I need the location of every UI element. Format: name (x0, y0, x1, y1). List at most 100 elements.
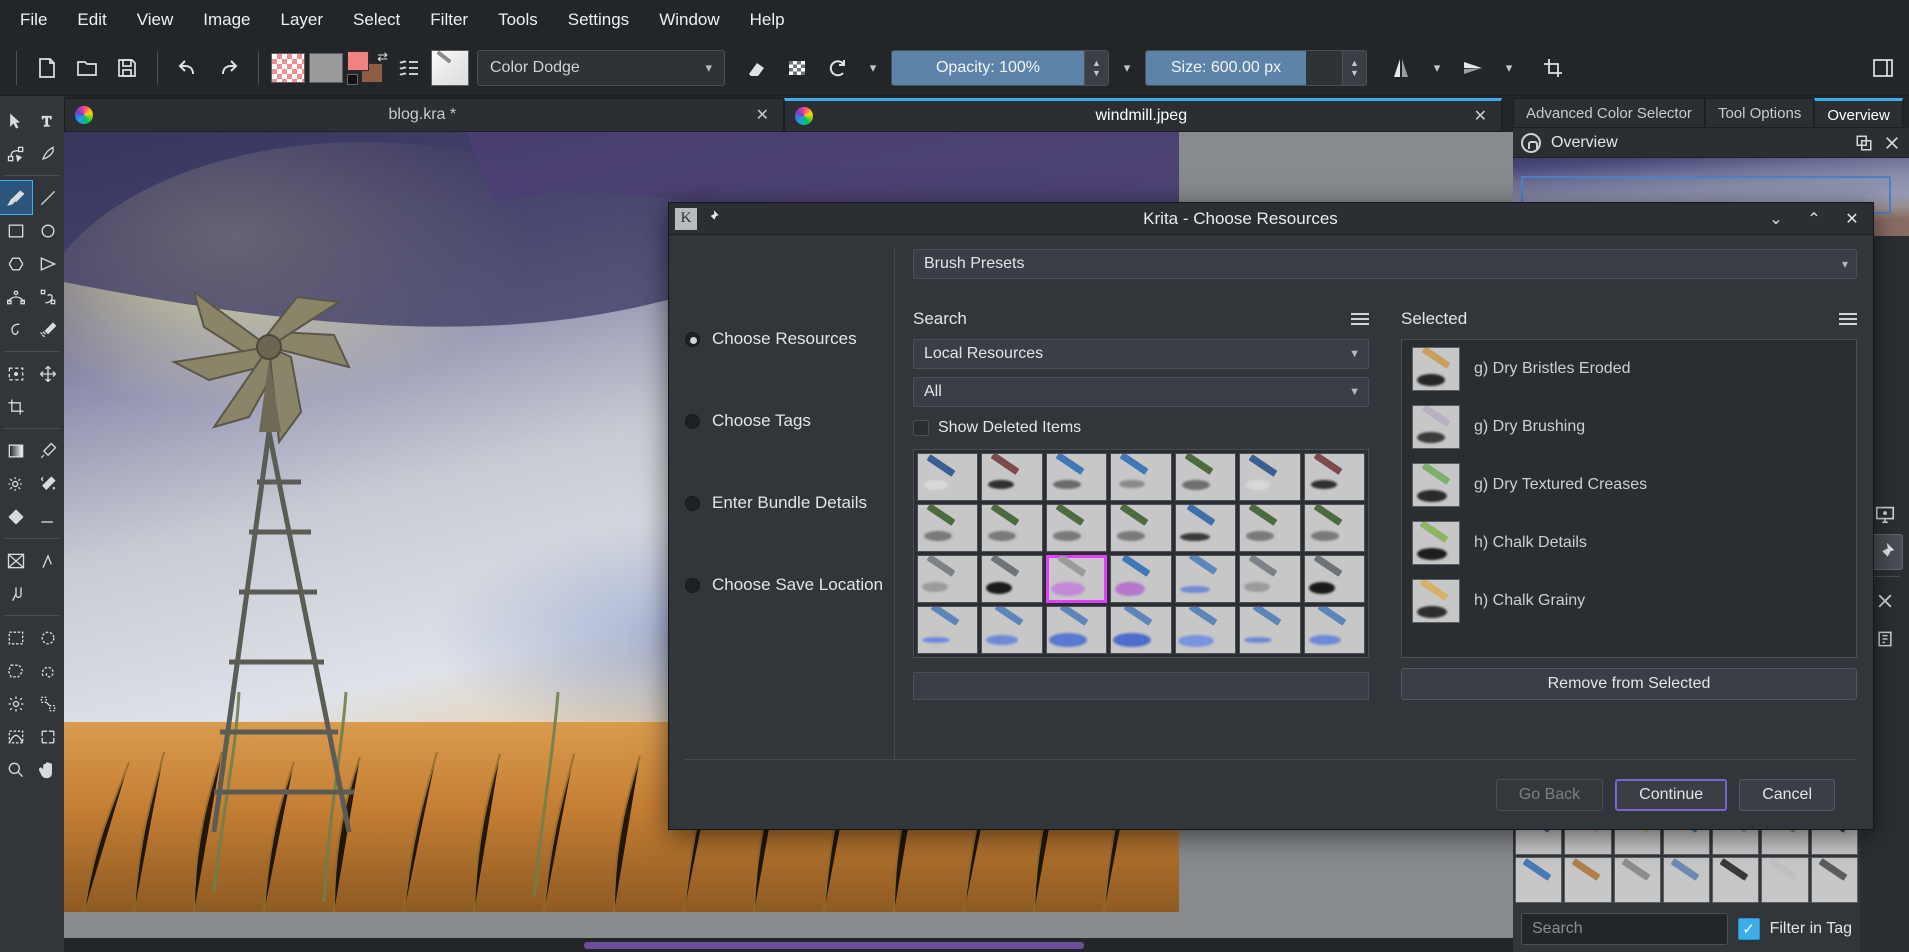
reference-images-tool[interactable] (32, 544, 64, 577)
gradient-swatch[interactable] (309, 52, 343, 83)
freehand-path-tool[interactable] (32, 280, 64, 313)
resource-cell[interactable] (1045, 606, 1108, 654)
menu-tools[interactable]: Tools (484, 4, 552, 36)
resource-cell[interactable] (1110, 555, 1172, 603)
wrap-around-icon[interactable] (1535, 50, 1571, 86)
horizontal-scrollbar[interactable] (64, 938, 1513, 952)
chevron-down-icon[interactable]: ▾ (1423, 60, 1451, 76)
brush-size-stepper[interactable]: ▲ ▼ (1342, 50, 1366, 85)
undo-icon[interactable] (170, 50, 206, 86)
menu-select[interactable]: Select (339, 4, 414, 36)
preset-search-input[interactable]: Search (1521, 912, 1728, 945)
resource-cell[interactable] (917, 606, 979, 654)
preset-cell[interactable] (1810, 857, 1858, 903)
bezier-curve-tool[interactable] (0, 280, 32, 313)
reload-preset-icon[interactable] (819, 50, 855, 86)
fill-bucket-tool[interactable] (0, 500, 32, 533)
color-picker-tool[interactable] (32, 434, 64, 467)
resource-cell[interactable] (1303, 504, 1365, 552)
workspace-icon[interactable] (1865, 50, 1901, 86)
float-docker-icon[interactable] (1855, 134, 1873, 152)
step-choose-save-location[interactable]: Choose Save Location (685, 575, 894, 595)
preset-cell[interactable] (1761, 857, 1809, 903)
reset-colors-icon[interactable] (347, 73, 358, 85)
rect-select-tool[interactable] (0, 621, 32, 654)
menu-image[interactable]: Image (189, 4, 264, 36)
resource-cell[interactable] (1110, 606, 1172, 654)
go-back-button[interactable]: Go Back (1495, 778, 1604, 811)
close-button[interactable]: ✕ (1837, 206, 1867, 232)
tab-advanced-color-selector[interactable]: Advanced Color Selector (1513, 98, 1705, 128)
calligraphy-tool[interactable] (32, 137, 64, 170)
resource-cell-selected[interactable] (1045, 555, 1108, 603)
rectangle-tool[interactable] (0, 214, 32, 247)
preset-cell[interactable] (1712, 857, 1760, 903)
brush-preset-thumbnail[interactable] (431, 49, 469, 86)
resource-cell[interactable] (1239, 555, 1301, 603)
chevron-down-icon[interactable]: ▾ (1495, 60, 1523, 76)
menu-layer[interactable]: Layer (267, 4, 338, 36)
list-item[interactable]: g) Dry Bristles Eroded (1402, 340, 1856, 398)
resource-cell[interactable] (1174, 606, 1237, 654)
resource-cell[interactable] (981, 555, 1043, 603)
contiguous-select-tool[interactable] (0, 687, 32, 720)
show-deleted-items-row[interactable]: Show Deleted Items (913, 419, 1369, 437)
resource-cell[interactable] (917, 555, 979, 603)
menu-file[interactable]: File (6, 4, 61, 36)
blending-mode-combo[interactable]: Color Dodge ▾ (477, 49, 725, 86)
menu-window[interactable]: Window (645, 4, 733, 36)
brush-size-slider[interactable]: Size: 600.00 px ▲ ▼ (1145, 49, 1367, 86)
resource-cell[interactable] (1045, 453, 1108, 501)
pan-tool[interactable] (32, 753, 64, 786)
text-tool[interactable]: T (32, 104, 64, 137)
magnetic-pen-tool[interactable] (0, 577, 32, 610)
edit-shapes-tool[interactable] (0, 137, 32, 170)
line-tool[interactable] (32, 181, 64, 214)
measure-tool[interactable] (0, 544, 32, 577)
resource-cell[interactable] (1045, 504, 1108, 552)
redo-icon[interactable] (210, 50, 246, 86)
zoom-tool[interactable] (0, 753, 32, 786)
move-tool[interactable] (32, 357, 64, 390)
bezier-select-tool[interactable] (0, 720, 32, 753)
scrollbar-thumb[interactable] (584, 941, 1084, 949)
mirror-horizontal-icon[interactable] (1383, 50, 1419, 86)
step-enter-bundle-details[interactable]: Enter Bundle Details (685, 493, 894, 513)
opacity-stepper[interactable]: ▲ ▼ (1084, 50, 1108, 85)
list-item[interactable]: h) Chalk Grainy (1402, 572, 1856, 630)
filter-in-tag-checkbox[interactable]: ✓ (1737, 917, 1760, 940)
list-item[interactable]: h) Chalk Details (1402, 514, 1856, 572)
brush-presets-list-icon[interactable] (391, 50, 427, 86)
resource-cell[interactable] (917, 453, 979, 501)
tag-filter-dropdown[interactable]: All ▼ (913, 377, 1369, 407)
freehand-brush-tool[interactable] (0, 180, 33, 215)
dialog-title-bar[interactable]: K Krita - Choose Resources ⌄ ⌃ ✕ (669, 203, 1873, 235)
resource-cell[interactable] (981, 504, 1043, 552)
colorize-mask-tool[interactable] (0, 467, 32, 500)
maximize-button[interactable]: ⌃ (1799, 206, 1829, 232)
transform-tool[interactable] (0, 357, 32, 390)
polyline-tool[interactable] (32, 247, 64, 280)
opacity-slider[interactable]: Opacity: 100% ▲ ▼ (891, 49, 1109, 86)
select-shapes-tool[interactable] (0, 104, 32, 137)
resource-cell[interactable] (917, 504, 979, 552)
resource-cell[interactable] (1239, 453, 1301, 501)
resource-source-dropdown[interactable]: Local Resources ▼ (913, 339, 1369, 369)
remove-from-selected-button[interactable]: Remove from Selected (1401, 668, 1857, 700)
polygon-tool[interactable] (0, 247, 32, 280)
dynamic-brush-tool[interactable] (0, 313, 32, 346)
hamburger-menu-icon[interactable] (1351, 313, 1369, 325)
chevron-down-icon[interactable]: ▾ (859, 60, 887, 76)
step-choose-resources[interactable]: Choose Resources (685, 329, 894, 349)
resource-cell[interactable] (981, 606, 1043, 654)
close-icon[interactable]: ✕ (1470, 106, 1491, 126)
resource-cell[interactable] (1239, 504, 1301, 552)
menu-settings[interactable]: Settings (554, 4, 643, 36)
menu-view[interactable]: View (123, 4, 188, 36)
eraser-icon[interactable] (739, 50, 775, 86)
menu-edit[interactable]: Edit (63, 4, 120, 36)
resource-cell[interactable] (1303, 453, 1365, 501)
list-item[interactable]: g) Dry Textured Creases (1402, 456, 1856, 514)
resource-cell[interactable] (981, 453, 1043, 501)
gradient-tool[interactable] (0, 434, 32, 467)
